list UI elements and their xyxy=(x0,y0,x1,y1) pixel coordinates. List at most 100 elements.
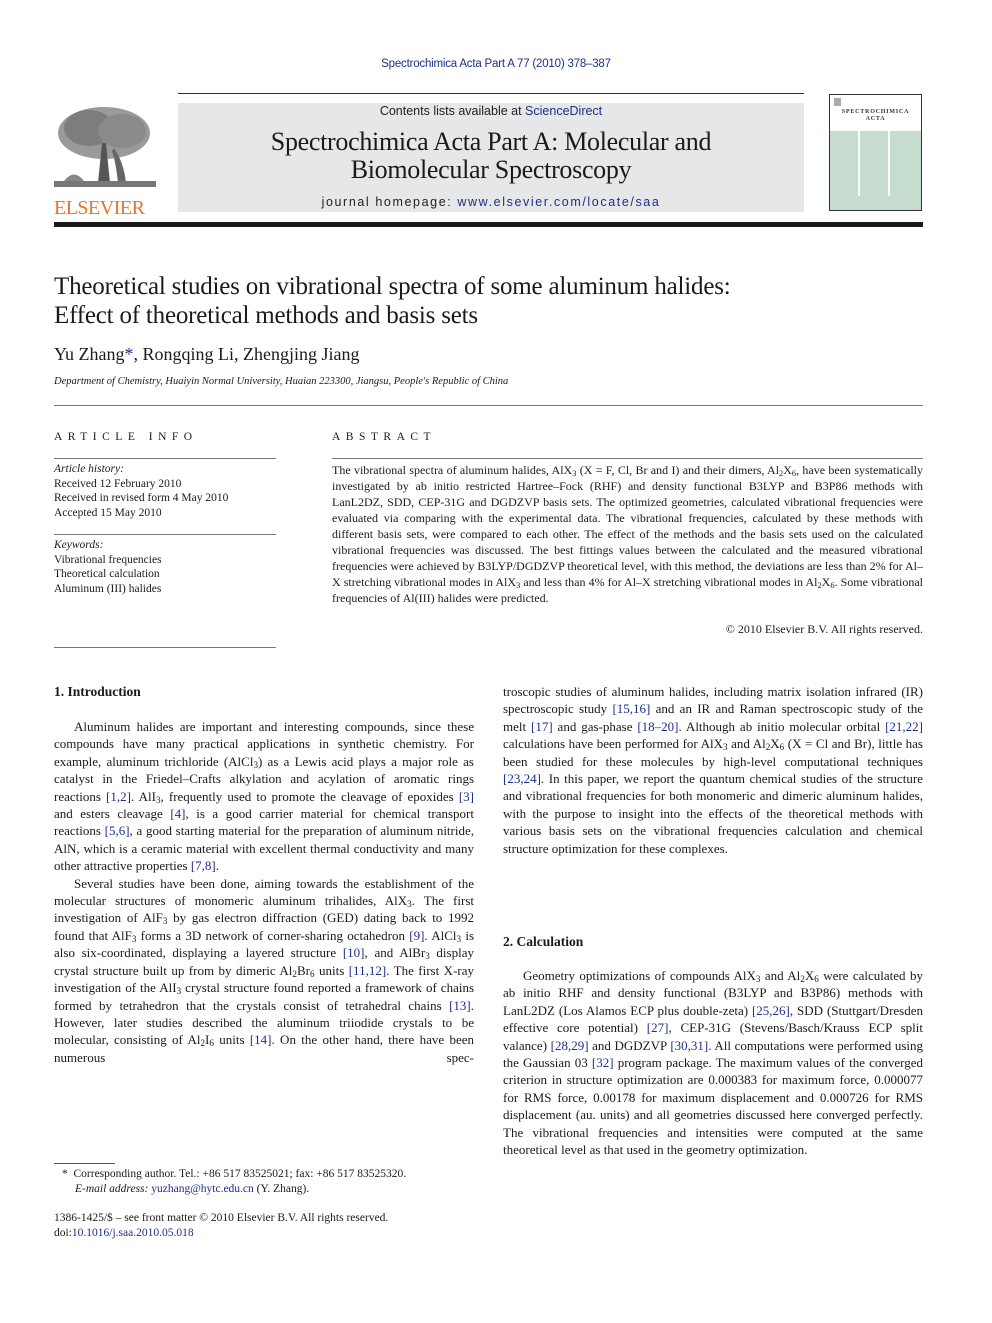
cover-logo-icon xyxy=(834,98,841,106)
abstract-span: , have been systematically investigated … xyxy=(332,463,923,589)
subscript: 2 xyxy=(200,1038,206,1049)
reference-link[interactable]: [3] xyxy=(459,789,474,804)
issn-line: 1386-1425/$ – see front matter © 2010 El… xyxy=(54,1212,389,1224)
reference-link[interactable]: [28,29] xyxy=(551,1038,589,1053)
elsevier-logo[interactable]: ELSEVIER xyxy=(54,103,156,219)
reference-link[interactable]: [32] xyxy=(592,1055,614,1070)
elsevier-wordmark: ELSEVIER xyxy=(54,197,145,219)
reference-link[interactable]: [15,16] xyxy=(612,701,650,716)
homepage-prefix: journal homepage: xyxy=(321,195,458,209)
footnote-mark: * xyxy=(62,1168,68,1180)
article-history-header: Article history: xyxy=(54,463,124,475)
reference-link[interactable]: [23,24] xyxy=(503,771,541,786)
homepage-link[interactable]: www.elsevier.com/locate/saa xyxy=(457,195,660,209)
journal-title: Spectrochimica Acta Part A: Molecular an… xyxy=(178,128,804,184)
cover-title: SPECTROCHIMICA ACTA xyxy=(830,109,921,123)
front-matter-footnote: 1386-1425/$ – see front matter © 2010 El… xyxy=(54,1211,388,1241)
journal-title-line1: Spectrochimica Acta Part A: Molecular an… xyxy=(270,127,712,156)
abstract-text: The vibrational spectra of aluminum hali… xyxy=(332,462,923,606)
body-column-left: Aluminum halides are important and inter… xyxy=(54,718,474,1066)
subscript: 3 xyxy=(425,951,430,962)
corresponding-author-footnote: * Corresponding author. Tel.: +86 517 83… xyxy=(62,1167,406,1197)
subscript: 6 xyxy=(309,968,315,979)
keyword: Theoretical calculation xyxy=(54,568,160,580)
reference-link[interactable]: [30,31] xyxy=(670,1038,708,1053)
subscript: 2 xyxy=(765,742,771,753)
cover-stripe xyxy=(858,131,860,196)
subscript: 3 xyxy=(755,974,761,984)
reference-link[interactable]: [5,6] xyxy=(105,823,130,838)
sciencedirect-link[interactable]: ScienceDirect xyxy=(525,104,602,118)
reference-link[interactable]: [18–20] xyxy=(637,719,678,734)
subscript: 3 xyxy=(131,933,137,944)
author-list: Yu Zhang*, Rongqing Li, Zhengjing Jiang xyxy=(54,344,359,365)
corresponding-author-text: Corresponding author. Tel.: +86 517 8352… xyxy=(73,1168,407,1180)
abstract-span: X xyxy=(783,463,792,477)
article-history: Article history: Received 12 February 20… xyxy=(54,462,228,520)
subscript: 6 xyxy=(814,974,819,984)
journal-cover-thumbnail[interactable]: SPECTROCHIMICA ACTA xyxy=(829,94,922,211)
reference-link[interactable]: [11,12] xyxy=(349,963,386,978)
reference-link[interactable]: [17] xyxy=(531,719,553,734)
reference-link[interactable]: [21,22] xyxy=(885,719,923,734)
body-column-right: troscopic studies of aluminum halides, i… xyxy=(503,683,923,857)
author-name: , Rongqing Li, Zhengjing Jiang xyxy=(133,344,360,364)
reference-link[interactable]: [1,2] xyxy=(106,789,131,804)
subscript: 3 xyxy=(162,916,168,927)
journal-title-line2: Biomolecular Spectroscopy xyxy=(350,155,632,184)
email-suffix: (Y. Zhang). xyxy=(253,1183,310,1195)
subscript: 3 xyxy=(155,794,161,805)
reference-link[interactable]: [25,26] xyxy=(752,1003,790,1018)
doi-prefix: doi: xyxy=(54,1227,72,1239)
history-received: Received 12 February 2010 xyxy=(54,477,182,490)
journal-homepage: journal homepage: www.elsevier.com/locat… xyxy=(178,195,804,209)
contents-prefix: Contents lists available at xyxy=(379,104,526,118)
keywords-rule xyxy=(54,534,276,535)
abstract-copyright: © 2010 Elsevier B.V. All rights reserved… xyxy=(725,622,923,636)
abstract-rule xyxy=(332,458,923,459)
subscript: 3 xyxy=(407,899,412,910)
reference-link[interactable]: [13] xyxy=(449,998,471,1013)
email-label: E-mail address: xyxy=(75,1183,152,1195)
section-heading-introduction: 1. Introduction xyxy=(54,684,141,699)
subscript: 3 xyxy=(176,986,182,997)
author-name: Yu Zhang xyxy=(54,344,125,364)
subscript: 6 xyxy=(779,742,785,753)
abstract-span: X xyxy=(821,575,831,589)
header-rule xyxy=(178,93,804,94)
article-title-line2: Effect of theoretical methods and basis … xyxy=(54,302,478,329)
cover-stripe xyxy=(888,131,890,196)
reference-link[interactable]: [4] xyxy=(170,806,185,821)
abstract-span: The vibrational spectra of aluminum hali… xyxy=(332,463,573,477)
article-info-label: ARTICLE INFO xyxy=(54,431,198,443)
paragraph-continued: troscopic studies of aluminum halides, i… xyxy=(503,684,924,856)
footnote-rule xyxy=(54,1163,115,1164)
subscript: 6 xyxy=(209,1038,214,1049)
corresponding-author-mark[interactable]: * xyxy=(125,344,134,364)
paragraph: Aluminum halides are important and inter… xyxy=(54,719,475,874)
subscript: 2 xyxy=(800,974,805,984)
article-title-line1: Theoretical studies on vibrational spect… xyxy=(54,273,731,300)
keyword: Vibrational frequencies xyxy=(54,553,162,566)
journal-citation[interactable]: Spectrochimica Acta Part A 77 (2010) 378… xyxy=(0,58,992,70)
article-info-rule xyxy=(54,458,276,459)
reference-link[interactable]: [10] xyxy=(343,945,365,960)
contents-line: Contents lists available at ScienceDirec… xyxy=(178,104,804,118)
reference-link[interactable]: [9] xyxy=(409,928,424,943)
doi-link[interactable]: 10.1016/j.saa.2010.05.018 xyxy=(72,1227,194,1239)
subscript: 2 xyxy=(292,968,297,979)
email-link[interactable]: yuzhang@hytc.edu.cn xyxy=(151,1183,254,1195)
history-revised: Received in revised form 4 May 2010 xyxy=(54,492,229,504)
paragraph: Geometry optimizations of compounds AlX3… xyxy=(503,968,923,1158)
subscript: 3 xyxy=(456,933,462,944)
reference-link[interactable]: [14] xyxy=(250,1032,272,1047)
elsevier-tree-icon xyxy=(54,103,156,191)
title-rule xyxy=(54,405,923,406)
reference-link[interactable]: [27] xyxy=(647,1020,669,1035)
abstract-label: ABSTRACT xyxy=(332,431,437,443)
keywords-header: Keywords: xyxy=(54,539,104,551)
keyword: Aluminum (III) halides xyxy=(54,582,162,595)
article-title: Theoretical studies on vibrational spect… xyxy=(54,272,934,330)
reference-link[interactable]: [7,8] xyxy=(191,858,216,873)
header-thick-rule xyxy=(54,222,923,227)
